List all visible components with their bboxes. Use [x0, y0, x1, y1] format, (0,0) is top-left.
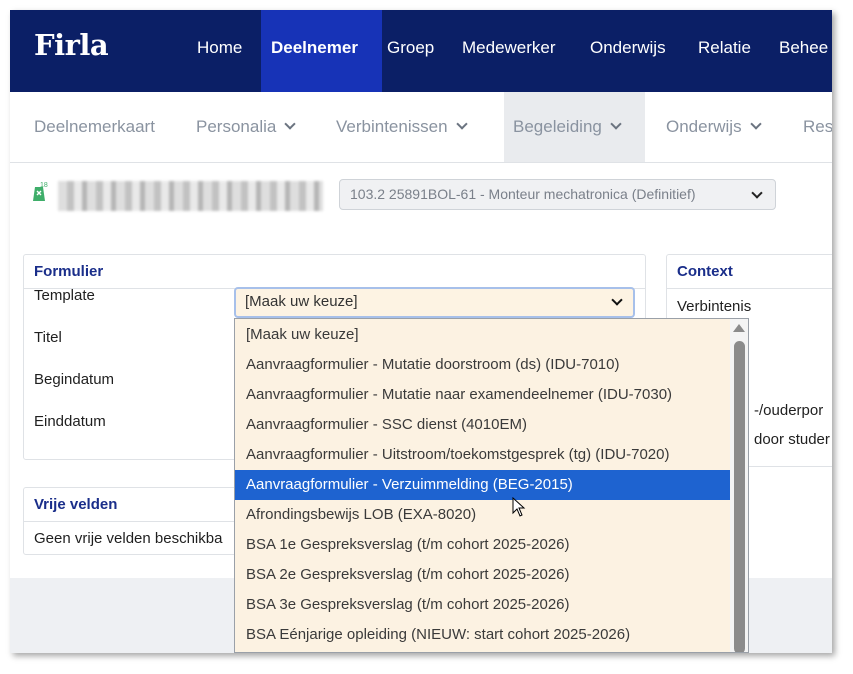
age-badge: 18 [40, 182, 48, 189]
template-option[interactable]: BSA 2e Gespreksverslag (t/m cohort 2025-… [235, 560, 730, 590]
topnav-beheer[interactable]: Behee [779, 10, 832, 92]
sub-navigation-bar: Deelnemerkaart Personalia Verbintenissen… [10, 92, 832, 163]
dropdown-scrollbar[interactable] [730, 319, 748, 652]
template-option[interactable]: Aanvraagformulier - Verzuimmelding (BEG-… [235, 470, 730, 500]
topnav-deelnemer[interactable]: Deelnemer [261, 10, 382, 92]
chevron-down-icon [611, 294, 623, 306]
topnav-medewerker[interactable]: Medewerker [462, 10, 572, 92]
template-select-value: [Maak uw keuze] [245, 293, 358, 310]
app-window: Firla Home Deelnemer Groep Medewerker On… [10, 10, 832, 653]
template-option[interactable]: [Maak uw keuze] [235, 320, 730, 350]
subnav-deelnemerkaart[interactable]: Deelnemerkaart [34, 92, 155, 162]
vrije-velden-empty-text: Geen vrije velden beschikba [34, 530, 223, 547]
subnav-label: Deelnemerkaart [34, 117, 155, 136]
template-label: Template [34, 287, 95, 304]
template-dropdown-list[interactable]: [Maak uw keuze] Aanvraagformulier - Mutat… [234, 318, 749, 653]
context-ouderportaal-text: -/ouderpor [754, 402, 824, 419]
scrollbar-thumb[interactable] [734, 341, 745, 652]
template-option[interactable]: Aanvraagformulier - Uitstroom/toekomstge… [235, 440, 730, 470]
formulier-card-title: Formulier [24, 255, 645, 289]
template-select[interactable]: [Maak uw keuze] [234, 287, 635, 318]
enrolment-select-value: 103.2 25891BOL-61 - Monteur mechatronica… [350, 186, 696, 202]
chevron-down-icon [751, 187, 763, 199]
template-option[interactable]: BSA 1e Gespreksverslag (t/m cohort 2025-… [235, 530, 730, 560]
verbintenis-label: Verbintenis [677, 298, 752, 315]
context-student-text: door studer [754, 431, 830, 448]
template-option[interactable]: Aanvraagformulier - Mutatie naar examend… [235, 380, 730, 410]
subnav-verbintenissen[interactable]: Verbintenissen [336, 92, 468, 162]
subnav-label: Begeleiding [513, 117, 602, 136]
template-option[interactable]: BSA 3e Gespreksverslag (t/m cohort 2025-… [235, 590, 730, 620]
subnav-begeleiding[interactable]: Begeleiding [504, 92, 645, 162]
topnav-relatie[interactable]: Relatie [698, 10, 762, 92]
subnav-onderwijs[interactable]: Onderwijs [666, 92, 762, 162]
subnav-label: Onderwijs [666, 117, 742, 136]
einddatum-label: Einddatum [34, 413, 106, 430]
mouse-cursor-icon [512, 497, 526, 517]
top-navigation-bar: Firla Home Deelnemer Groep Medewerker On… [10, 10, 832, 92]
begindatum-label: Begindatum [34, 371, 115, 388]
template-option[interactable]: BSA Eénjarige opleiding (NIEUW: start co… [235, 620, 730, 650]
enrolment-select[interactable]: 103.2 25891BOL-61 - Monteur mechatronica… [339, 179, 776, 210]
topnav-onderwijs[interactable]: Onderwijs [590, 10, 680, 92]
template-option[interactable]: Aanvraagformulier - SSC dienst (4010EM) [235, 410, 730, 440]
titel-label: Titel [34, 329, 62, 346]
context-card-title: Context [667, 255, 832, 289]
chevron-down-icon [610, 118, 622, 130]
scroll-up-arrow-icon[interactable] [733, 324, 745, 332]
chevron-down-icon [284, 118, 296, 130]
subnav-label: Personalia [196, 117, 277, 136]
template-option[interactable]: Afrondingsbewijs LOB (EXA-8020) [235, 500, 730, 530]
subnav-resultaten[interactable]: Res [803, 92, 832, 162]
student-status-icon: 18 [31, 181, 49, 203]
chevron-down-icon [749, 118, 762, 130]
student-name-redacted [58, 181, 323, 211]
subnav-personalia[interactable]: Personalia [196, 92, 296, 162]
firla-logo[interactable]: Firla [34, 28, 109, 62]
chevron-down-icon [455, 118, 468, 130]
subnav-label: Verbintenissen [336, 117, 448, 136]
topnav-home[interactable]: Home [197, 10, 257, 92]
subnav-label: Res [803, 117, 832, 136]
template-option[interactable]: Aanvraagformulier - Mutatie doorstroom (… [235, 350, 730, 380]
topnav-groep[interactable]: Groep [387, 10, 449, 92]
